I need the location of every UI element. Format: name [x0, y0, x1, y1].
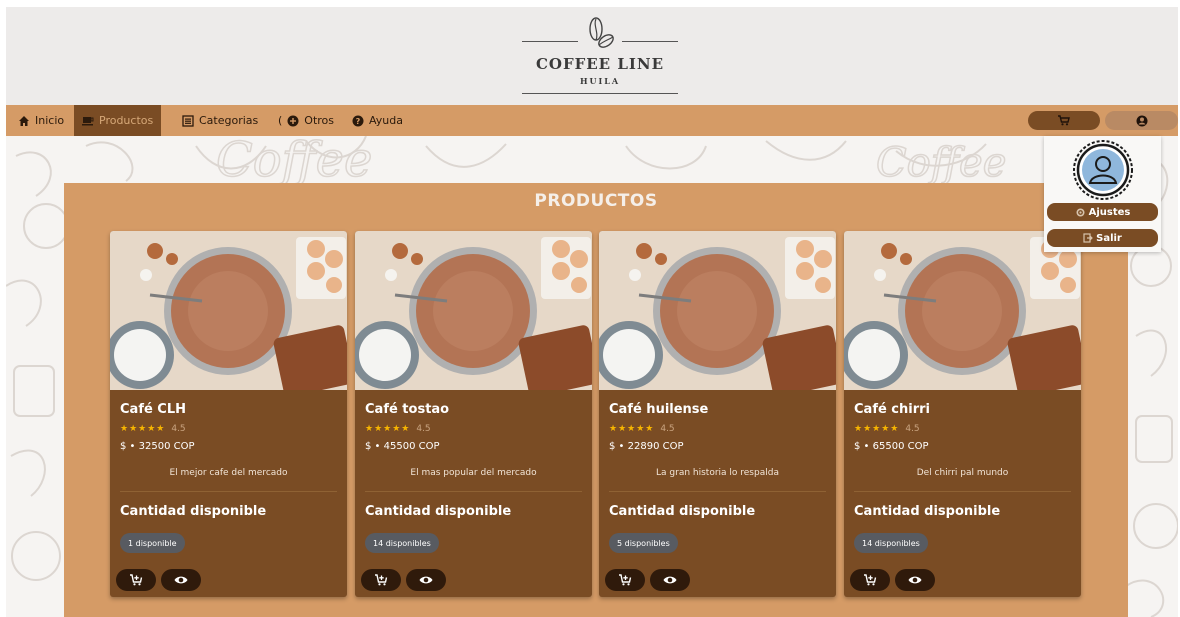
rating-value: 4.5: [416, 424, 431, 434]
product-image: [110, 231, 347, 390]
view-product-button[interactable]: [406, 569, 446, 591]
view-product-button[interactable]: [161, 569, 201, 591]
product-rating: ★★★★★ 4.5: [609, 424, 675, 434]
view-product-button[interactable]: [650, 569, 690, 591]
rating-value: 4.5: [905, 424, 920, 434]
nav-item-label: Otros: [304, 114, 335, 127]
star-icon: ★★★★★: [854, 424, 900, 434]
cart-plus-icon: [618, 574, 631, 586]
product-description: Del chirri pal mundo: [916, 468, 1009, 478]
panel-title: PRODUCTOS: [534, 191, 658, 211]
divider: [854, 491, 1071, 492]
logout-icon: [1083, 233, 1093, 243]
svg-text:?: ?: [356, 117, 361, 126]
product-card[interactable]: Café CLH ★★★★★ 4.5 $ • 32500 COP El mejo…: [110, 231, 347, 597]
cart-button[interactable]: [1028, 111, 1100, 130]
nav-item-label: Productos: [99, 114, 154, 127]
quantity-label: Cantidad disponible: [120, 504, 267, 519]
settings-label: Ajustes: [1088, 206, 1131, 218]
brand-logo[interactable]: COFFEE LINE HUILA: [516, 13, 684, 99]
cart-icon: [1058, 115, 1070, 126]
rating-value: 4.5: [660, 424, 675, 434]
product-image: [355, 231, 592, 390]
svg-text:Coffee: Coffee: [876, 140, 1006, 186]
product-description: El mejor cafe del mercado: [169, 468, 288, 478]
brand-subtitle: HUILA: [579, 76, 621, 86]
nav-item-otros[interactable]: ( Otros: [270, 105, 342, 136]
product-price: $ • 45500 COP: [365, 441, 440, 452]
product-card[interactable]: Café chirri ★★★★★ 4.5 $ • 65500 COP Del …: [844, 231, 1081, 597]
availability-badge: 14 disponibles: [854, 533, 928, 553]
plus-circle-icon: [287, 115, 299, 126]
eye-icon: [663, 576, 677, 584]
nav-item-productos[interactable]: Productos: [74, 105, 162, 136]
nav-item-inicio[interactable]: Inicio: [10, 105, 72, 136]
product-card[interactable]: Café tostao ★★★★★ 4.5 $ • 45500 COP El m…: [355, 231, 592, 597]
product-image: [599, 231, 836, 390]
main-nav: Inicio Productos Categorias ( Otros ? Ay…: [6, 105, 1178, 136]
quantity-label: Cantidad disponible: [609, 504, 756, 519]
star-icon: ★★★★★: [609, 424, 655, 434]
eye-icon: [908, 576, 922, 584]
add-to-cart-button[interactable]: [361, 569, 401, 591]
star-icon: ★★★★★: [120, 424, 166, 434]
svg-text:Coffee: Coffee: [216, 136, 372, 188]
product-image: [844, 231, 1081, 390]
availability-badge: 1 disponible: [120, 533, 185, 553]
eye-icon: [174, 576, 188, 584]
add-to-cart-button[interactable]: [605, 569, 645, 591]
product-price: $ • 32500 COP: [120, 441, 195, 452]
cart-plus-icon: [374, 574, 387, 586]
product-name: Café huilense: [609, 402, 709, 417]
user-dropdown-menu: Ajustes Salir: [1044, 136, 1161, 252]
settings-button[interactable]: Ajustes: [1047, 203, 1158, 221]
add-to-cart-button[interactable]: [850, 569, 890, 591]
nav-item-ayuda[interactable]: ? Ayuda: [344, 105, 411, 136]
user-menu-button[interactable]: [1105, 111, 1178, 130]
nav-item-categorias[interactable]: Categorias: [174, 105, 266, 136]
avatar-icon: [1073, 140, 1133, 200]
gear-icon: [1076, 207, 1085, 217]
availability-badge: 14 disponibles: [365, 533, 439, 553]
divider: [609, 491, 826, 492]
product-rating: ★★★★★ 4.5: [854, 424, 920, 434]
help-circle-icon: ?: [352, 115, 364, 126]
product-price: $ • 22890 COP: [609, 441, 684, 452]
logout-label: Salir: [1096, 232, 1122, 244]
product-rating: ★★★★★ 4.5: [120, 424, 186, 434]
product-description: La gran historia lo respalda: [656, 468, 779, 478]
brand-title: COFFEE LINE: [535, 55, 665, 73]
eye-icon: [419, 576, 433, 584]
cart-plus-icon: [129, 574, 142, 586]
coffee-cup-icon: [82, 116, 94, 125]
header: COFFEE LINE HUILA: [6, 7, 1178, 105]
list-icon: [182, 114, 194, 127]
add-to-cart-button[interactable]: [116, 569, 156, 591]
coffee-bean-icon: [589, 17, 614, 48]
product-price: $ • 65500 COP: [854, 441, 929, 452]
product-description: El mas popular del mercado: [410, 468, 537, 478]
rating-value: 4.5: [171, 424, 186, 434]
nav-item-label: Categorias: [199, 114, 259, 127]
product-card[interactable]: Café huilense ★★★★★ 4.5 $ • 22890 COP La…: [599, 231, 836, 597]
divider: [365, 491, 582, 492]
cart-plus-icon: [863, 574, 876, 586]
view-product-button[interactable]: [895, 569, 935, 591]
availability-badge: 5 disponibles: [609, 533, 678, 553]
nav-item-label: Ayuda: [369, 114, 403, 127]
product-name: Café chirri: [854, 402, 931, 417]
divider: [120, 491, 337, 492]
product-rating: ★★★★★ 4.5: [365, 424, 431, 434]
nav-item-label: Inicio: [35, 114, 65, 127]
home-icon: [19, 115, 29, 126]
quantity-label: Cantidad disponible: [365, 504, 512, 519]
quantity-label: Cantidad disponible: [854, 504, 1001, 519]
user-circle-icon: [1136, 115, 1147, 126]
logout-button[interactable]: Salir: [1047, 229, 1158, 247]
product-name: Café CLH: [120, 402, 187, 417]
star-icon: ★★★★★: [365, 424, 411, 434]
product-name: Café tostao: [365, 402, 450, 417]
